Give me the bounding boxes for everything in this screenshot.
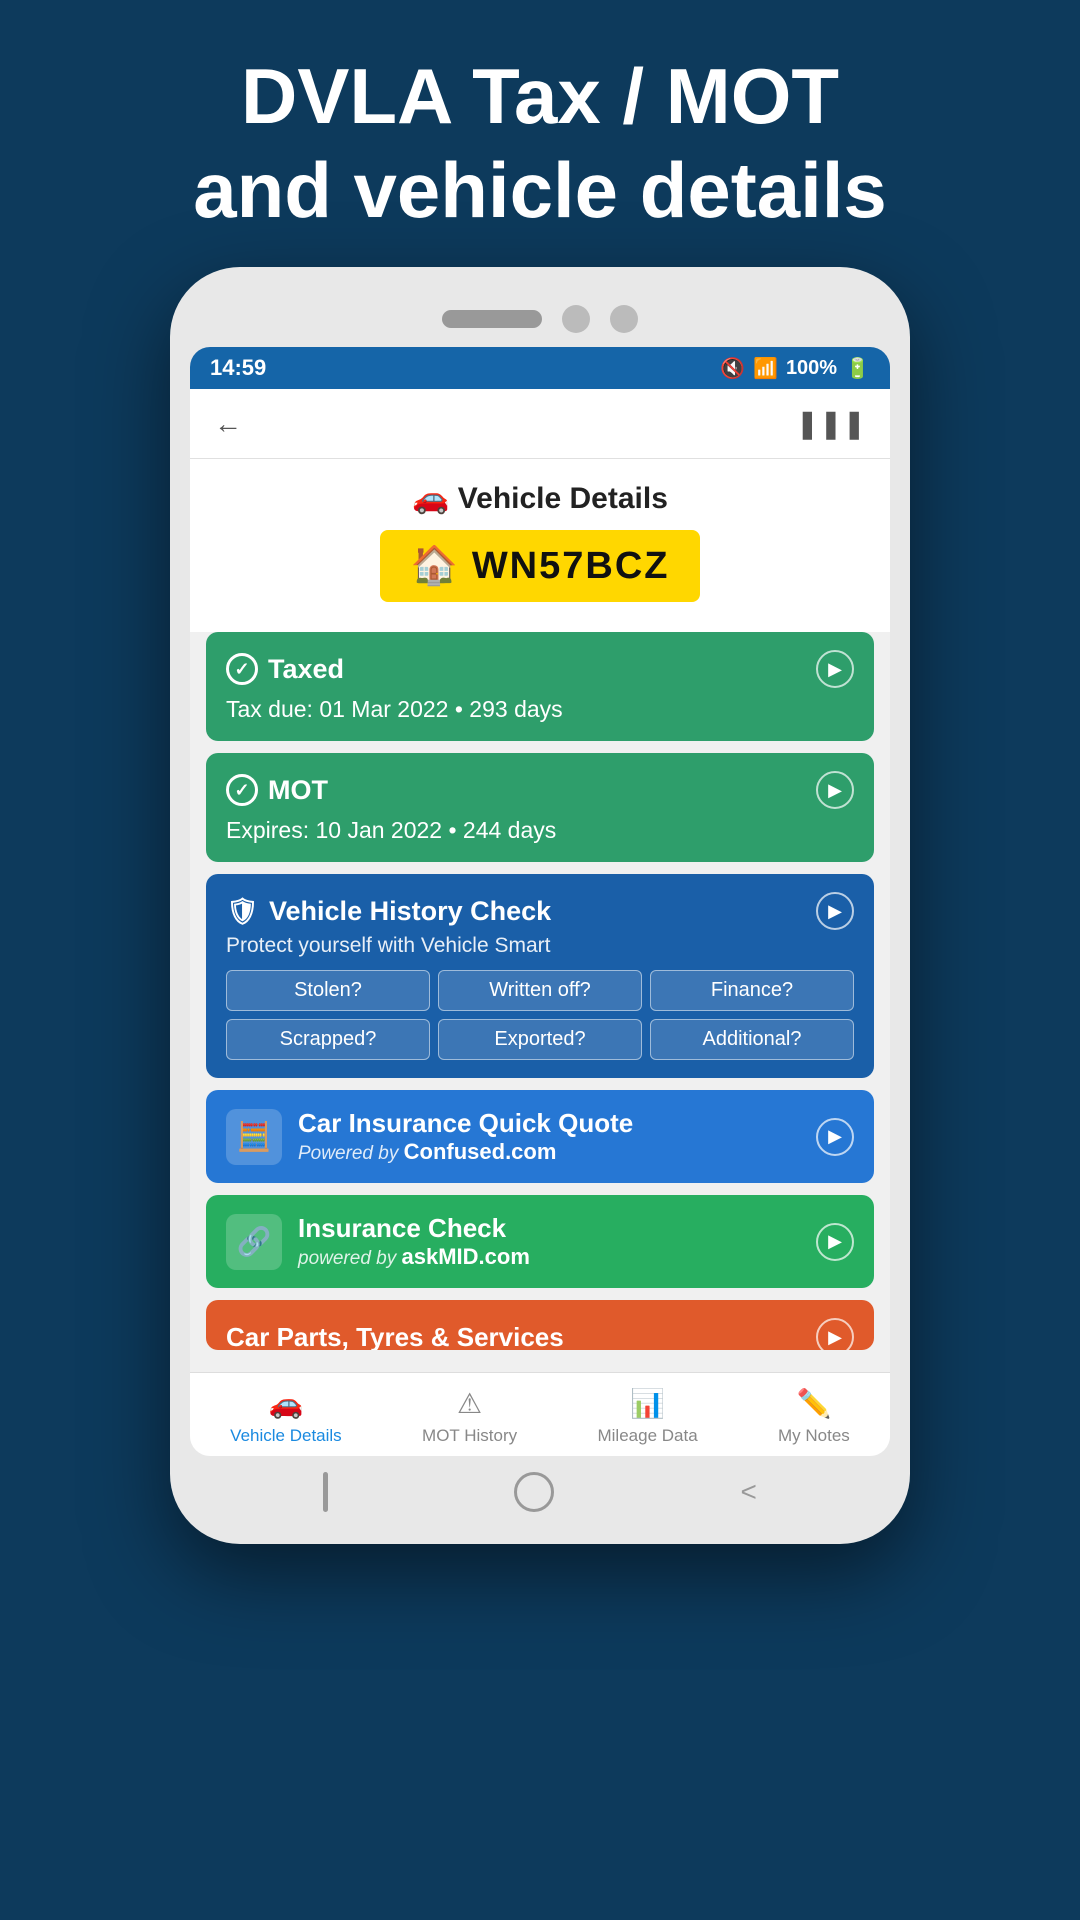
taxed-card-row: ✓ Taxed ▶: [226, 650, 854, 688]
vehicle-title-area: 🚗 Vehicle Details 🏠 WN57BCZ: [190, 459, 890, 632]
tag-written-off[interactable]: Written off?: [438, 970, 642, 1011]
share-button[interactable]: ❚❚❚: [796, 407, 866, 440]
phone-frame: 14:59 🔇 📶 100% 🔋 ← ❚❚❚ 🚗 Vehicle Details…: [170, 267, 910, 1544]
taxed-card-title: ✓ Taxed: [226, 653, 344, 685]
nav-pill: [323, 1472, 328, 1512]
insurance-quote-row: 🧮 Car Insurance Quick Quote Powered by C…: [226, 1108, 854, 1165]
history-card-desc: Protect yourself with Vehicle Smart: [226, 934, 854, 958]
garage-icon: 🏠: [410, 544, 459, 588]
mot-card[interactable]: ✓ MOT ▶ Expires: 10 Jan 2022 • 244 days: [206, 753, 874, 862]
battery-text: 100%: [786, 357, 837, 380]
insurance-quote-text: Car Insurance Quick Quote Powered by Con…: [298, 1108, 633, 1165]
vehicle-details-title: 🚗 Vehicle Details: [210, 481, 870, 516]
phone-bezel-bottom: <: [190, 1456, 890, 1524]
link-icon: 🔗: [237, 1225, 272, 1258]
insurance-check-powered: powered by askMID.com: [298, 1244, 530, 1270]
bottom-nav: 🚗 Vehicle Details ⚠ MOT History 📊 Mileag…: [190, 1372, 890, 1456]
nav-vehicle-details[interactable]: 🚗 Vehicle Details: [230, 1387, 342, 1446]
car-parts-row: Car Parts, Tyres & Services ▶: [226, 1318, 854, 1350]
speaker-bar: [442, 310, 542, 328]
taxed-subtitle: Tax due: 01 Mar 2022 • 293 days: [226, 696, 854, 723]
insurance-quote-icon-box: 🧮: [226, 1109, 282, 1165]
tag-additional[interactable]: Additional?: [650, 1019, 854, 1060]
tag-finance[interactable]: Finance?: [650, 970, 854, 1011]
nav-circle: [514, 1472, 554, 1512]
camera-dot: [562, 305, 590, 333]
signal-icon: 🔇: [720, 356, 745, 381]
insurance-quote-powered: Powered by Confused.com: [298, 1139, 633, 1165]
nav-chart-icon: 📊: [630, 1387, 665, 1420]
calculator-icon: 🧮: [237, 1120, 272, 1153]
car-parts-title: Car Parts, Tyres & Services: [226, 1322, 564, 1351]
mot-subtitle: Expires: 10 Jan 2022 • 244 days: [226, 817, 854, 844]
shield-check-icon: 🛡: [226, 896, 259, 927]
insurance-quote-title: Car Insurance Quick Quote: [298, 1108, 633, 1139]
nav-pencil-icon: ✏️: [796, 1387, 831, 1420]
tag-stolen[interactable]: Stolen?: [226, 970, 430, 1011]
insurance-check-arrow: ▶: [816, 1223, 854, 1261]
header-title: DVLA Tax / MOT and vehicle details: [193, 50, 887, 237]
confused-brand: Confused.com: [404, 1139, 557, 1164]
status-time: 14:59: [210, 355, 266, 381]
phone-bezel-top: [190, 287, 890, 347]
taxed-arrow: ▶: [816, 650, 854, 688]
history-card-title: 🛡 Vehicle History Check: [226, 896, 551, 927]
insurance-quote-arrow: ▶: [816, 1118, 854, 1156]
app-content: ✓ Taxed ▶ Tax due: 01 Mar 2022 • 293 day…: [190, 632, 890, 1372]
insurance-check-text: Insurance Check powered by askMID.com: [298, 1213, 530, 1270]
insurance-check-row: 🔗 Insurance Check powered by askMID.com …: [226, 1213, 854, 1270]
insurance-check-title: Insurance Check: [298, 1213, 530, 1244]
nav-car-icon: 🚗: [268, 1387, 303, 1420]
car-icon: 🚗: [412, 482, 449, 515]
header-section: DVLA Tax / MOT and vehicle details: [133, 0, 947, 267]
wifi-icon: 📶: [753, 356, 778, 381]
history-tag-grid: Stolen? Written off? Finance? Scrapped? …: [226, 970, 854, 1060]
app-header: ← ❚❚❚: [190, 389, 890, 459]
number-plate-container: 🏠 WN57BCZ: [210, 516, 870, 622]
tag-scrapped[interactable]: Scrapped?: [226, 1019, 430, 1060]
insurance-quote-inner: 🧮 Car Insurance Quick Quote Powered by C…: [226, 1108, 633, 1165]
phone-screen: 14:59 🔇 📶 100% 🔋 ← ❚❚❚ 🚗 Vehicle Details…: [190, 347, 890, 1456]
insurance-check-icon-box: 🔗: [226, 1214, 282, 1270]
taxed-check-icon: ✓: [226, 653, 258, 685]
mot-check-icon: ✓: [226, 774, 258, 806]
history-arrow: ▶: [816, 892, 854, 930]
history-check-card[interactable]: 🛡 Vehicle History Check ▶ Protect yourse…: [206, 874, 874, 1078]
nav-chevron: <: [741, 1476, 757, 1508]
mot-card-title: ✓ MOT: [226, 774, 328, 806]
nav-mot-history[interactable]: ⚠ MOT History: [422, 1387, 517, 1446]
car-parts-arrow: ▶: [816, 1318, 854, 1350]
nav-triangle-icon: ⚠: [457, 1387, 482, 1420]
nav-my-notes[interactable]: ✏️ My Notes: [778, 1387, 850, 1446]
number-plate: 🏠 WN57BCZ: [380, 530, 699, 602]
status-bar: 14:59 🔇 📶 100% 🔋: [190, 347, 890, 389]
insurance-quote-card[interactable]: 🧮 Car Insurance Quick Quote Powered by C…: [206, 1090, 874, 1183]
battery-icon: 🔋: [845, 356, 870, 381]
nav-mileage-data[interactable]: 📊 Mileage Data: [597, 1387, 697, 1446]
taxed-card[interactable]: ✓ Taxed ▶ Tax due: 01 Mar 2022 • 293 day…: [206, 632, 874, 741]
insurance-check-inner: 🔗 Insurance Check powered by askMID.com: [226, 1213, 530, 1270]
status-right: 🔇 📶 100% 🔋: [720, 356, 870, 381]
history-card-row: 🛡 Vehicle History Check ▶: [226, 892, 854, 930]
camera-dot-2: [610, 305, 638, 333]
mot-arrow: ▶: [816, 771, 854, 809]
mot-card-row: ✓ MOT ▶: [226, 771, 854, 809]
tag-exported[interactable]: Exported?: [438, 1019, 642, 1060]
car-parts-card[interactable]: Car Parts, Tyres & Services ▶: [206, 1300, 874, 1350]
askmid-brand: askMID.com: [402, 1244, 530, 1269]
insurance-check-card[interactable]: 🔗 Insurance Check powered by askMID.com …: [206, 1195, 874, 1288]
back-button[interactable]: ←: [214, 408, 242, 440]
